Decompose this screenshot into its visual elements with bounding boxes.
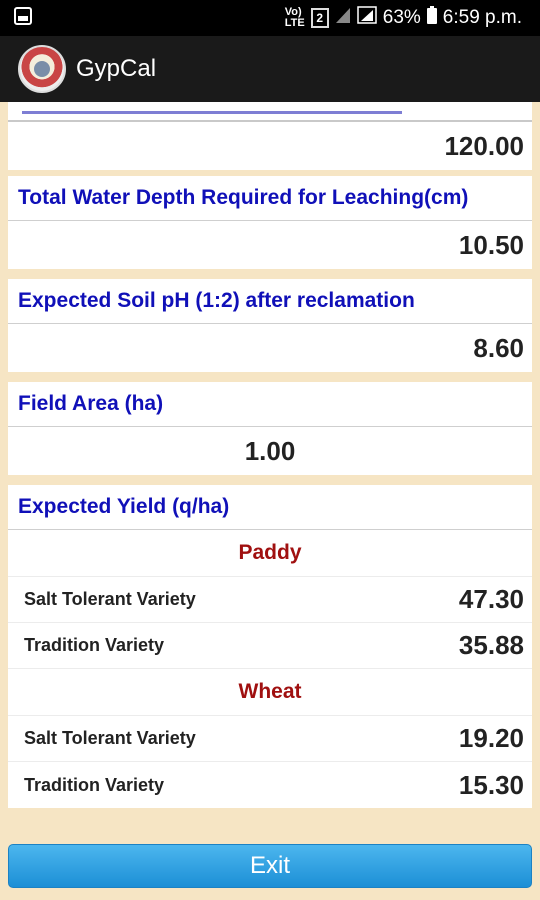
app-bar: GypCal [0,36,540,102]
yield-row-value: 19.20 [458,723,524,753]
results-scroll[interactable]: 120.00 Total Water Depth Required for Le… [8,102,532,818]
yield-row-label: Salt Tolerant Variety [24,728,196,748]
signal-icon-1 [335,6,351,30]
status-left [14,6,32,30]
expected-yield-label: Expected Yield (q/ha) [8,485,532,530]
yield-row: Salt Tolerant Variety 19.20 [8,716,532,762]
status-right: Vo) LTE 2 63% 6:59 p.m. [285,6,522,30]
gypsum-requirement-value: 120.00 [444,130,524,161]
battery-icon [426,6,437,30]
battery-percent: 63% [382,7,421,28]
field-area-value: 1.00 [244,435,296,466]
yield-row-label: Tradition Variety [24,635,165,655]
gypsum-requirement-card: 120.00 [8,102,532,170]
yield-row-value: 35.88 [458,630,524,660]
water-depth-value: 10.50 [458,229,524,260]
app-logo-icon [18,45,66,93]
volte-icon: Vo) LTE [284,6,305,29]
field-area-card: Field Area (ha) 1.00 [8,382,532,475]
exit-button[interactable]: Exit [8,844,532,888]
sim-icon: 2 [310,8,329,28]
yield-row-value: 15.30 [458,769,524,800]
crop-label-wheat: Wheat [8,669,532,716]
crop-label-paddy: Paddy [8,530,532,577]
clock: 6:59 p.m. [442,7,522,28]
soil-ph-label: Expected Soil pH (1:2) after reclamation [8,279,532,324]
yield-row: Salt Tolerant Variety 47.30 [8,577,532,623]
yield-row: Tradition Variety 15.30 [8,762,532,808]
soil-ph-card: Expected Soil pH (1:2) after reclamation… [8,279,532,372]
gypsum-requirement-label-clipped [8,102,532,122]
yield-row-value: 47.30 [458,584,524,614]
field-area-label: Field Area (ha) [8,382,532,427]
app-title: GypCal [76,55,157,82]
yield-row-label: Salt Tolerant Variety [24,589,196,609]
expected-yield-card: Expected Yield (q/ha) Paddy Salt Toleran… [8,485,532,808]
water-depth-label: Total Water Depth Required for Leaching(… [8,176,532,221]
status-bar: Vo) LTE 2 63% 6:59 p.m. [0,0,540,36]
yield-row-label: Tradition Variety [24,774,165,795]
water-depth-card: Total Water Depth Required for Leaching(… [8,176,532,269]
signal-icon-2 [357,6,377,30]
soil-ph-value: 8.60 [473,332,524,363]
gallery-notification-icon [14,6,32,30]
yield-row: Tradition Variety 35.88 [8,623,532,669]
